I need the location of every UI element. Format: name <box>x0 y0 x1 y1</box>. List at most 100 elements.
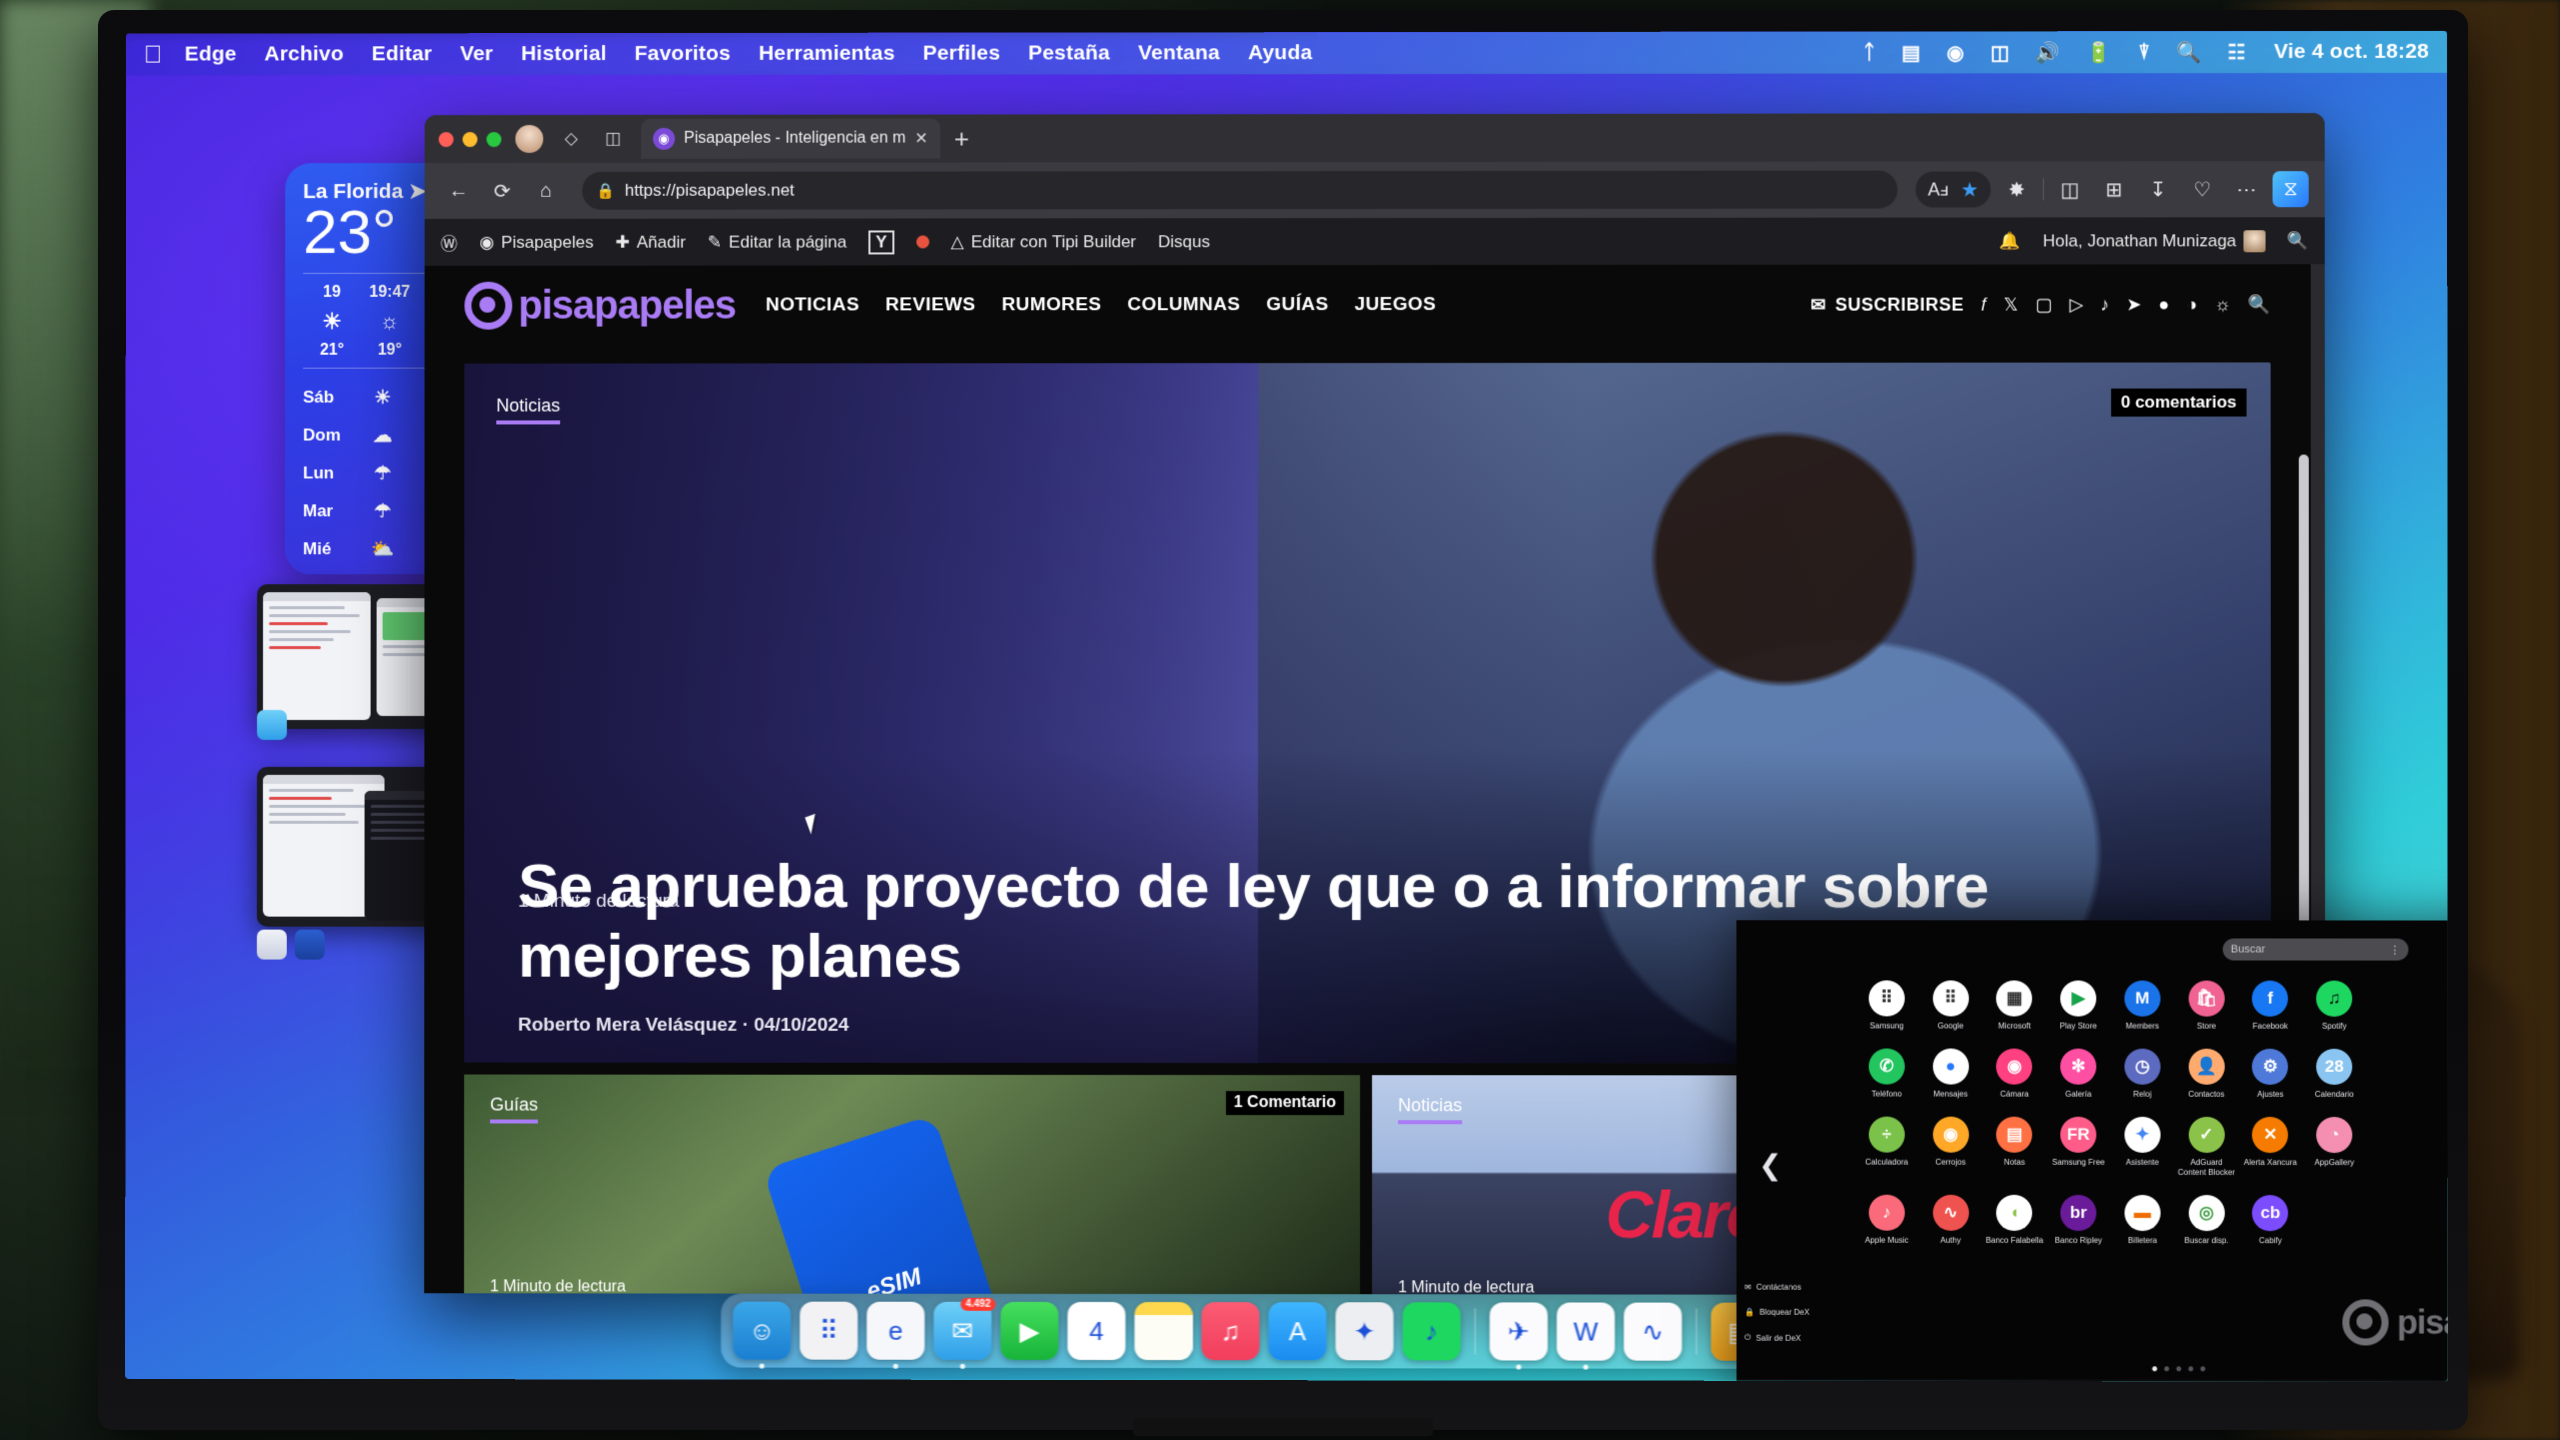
maximize-window-button[interactable] <box>486 131 502 147</box>
browser-tab-strip[interactable]: ◇ ◫ ◉ Pisapapeles - Inteligencia en m ✕ … <box>424 113 2325 164</box>
subscribe-button[interactable]: ✉ SUSCRIBIRSE <box>1811 294 1964 315</box>
site-logo[interactable]: pisapapeles <box>464 281 736 330</box>
vertical-tabs-icon[interactable]: ◫ <box>599 125 627 153</box>
volume-icon[interactable]: 🔊 <box>2036 40 2061 65</box>
close-tab-button[interactable]: ✕ <box>915 129 928 149</box>
dex-search-menu-icon[interactable]: ⋮ <box>2389 943 2400 956</box>
browser-tab-active[interactable]: ◉ Pisapapeles - Inteligencia en m ✕ <box>640 118 941 159</box>
disqus-button[interactable]: Disqus <box>1158 232 1210 252</box>
close-window-button[interactable] <box>438 131 454 147</box>
dex-app-samsung-free[interactable]: FR Samsung Free <box>2046 1117 2110 1177</box>
dock-item-music[interactable]: ♫ <box>1201 1302 1260 1361</box>
wp-site-name[interactable]: ◉ Pisapapeles <box>479 232 593 252</box>
spotlight-search-icon[interactable]: 🔍 <box>2176 40 2201 65</box>
menu-item-ventana[interactable]: Ventana <box>1138 41 1220 65</box>
dex-app-microsoft[interactable]: ▦ Microsoft <box>1982 980 2046 1031</box>
battery-widget-icon[interactable]: ◫ <box>1990 40 2009 65</box>
menu-item-pestana[interactable]: Pestaña <box>1028 41 1110 65</box>
macos-dock[interactable]: ☺⠿e✉4.492▶4♫A✦♪✈W∿▤🗑 <box>720 1293 1849 1370</box>
dex-app-galer-a[interactable]: ✻ Galería <box>2046 1048 2110 1099</box>
dock-item-facetime[interactable]: ▶ <box>1000 1301 1059 1360</box>
dex-app-authy[interactable]: ∿ Authy <box>1919 1194 1983 1245</box>
dex-app-asistente[interactable]: ✦ Asistente <box>2110 1117 2174 1177</box>
now-playing-icon[interactable]: ◉ <box>1947 40 1965 65</box>
browser-navigation-bar[interactable]: ← ⟳ ⌂ 🔒 https://pisapapeles.net Aⅎ ★ ✸ ◫… <box>424 161 2325 219</box>
dex-app-appgallery[interactable]: ◔ AppGallery <box>2302 1117 2366 1177</box>
menu-item-herramientas[interactable]: Herramientas <box>759 42 895 66</box>
dex-app-store[interactable]: 🛍 Store <box>2174 980 2238 1031</box>
dock-item-airdrop[interactable]: ✈ <box>1489 1302 1548 1370</box>
instagram-icon[interactable]: ▢ <box>2035 294 2052 315</box>
dex-sidebar-cont-ctanos[interactable]: ✉ Contáctanos <box>1745 1283 1810 1292</box>
dex-app-adguard-content-blocker[interactable]: ✓ AdGuard Content Blocker <box>2174 1117 2238 1177</box>
downloads-icon[interactable]: ↧ <box>2140 171 2176 207</box>
dock-item-spotify[interactable]: ♪ <box>1402 1302 1461 1361</box>
dex-sidebar-bloquear-dex[interactable]: 🔒 Bloquear DeX <box>1745 1308 1810 1317</box>
dex-app-mensajes[interactable]: ● Mensajes <box>1919 1048 1983 1099</box>
photoshop-app-icon[interactable] <box>256 929 287 960</box>
dex-app-c-mara[interactable]: ◉ Cámara <box>1983 1048 2047 1099</box>
site-header[interactable]: pisapapeles NOTICIAS REVIEWS RUMORES COL… <box>425 264 2311 345</box>
dex-page-dot[interactable] <box>2164 1366 2170 1372</box>
macos-desktop[interactable]:  Edge Archivo Editar Ver Historial Favo… <box>125 30 2448 1382</box>
hero-tag[interactable]: Noticias <box>496 395 561 425</box>
browser-essentials-icon[interactable]: ♡ <box>2184 171 2220 207</box>
dex-prev-page-button[interactable]: ❮ <box>1759 1148 1783 1181</box>
search-icon[interactable]: 🔍 <box>2287 231 2308 251</box>
nav-item-guias[interactable]: GUÍAS <box>1266 294 1328 316</box>
dex-app-reloj[interactable]: ◷ Reloj <box>2110 1048 2174 1099</box>
samsung-dex-window[interactable]: Buscar ⋮ ❮ ❯ ⠿Samsung⠿Google▦Microsoft▶P… <box>1736 920 2448 1382</box>
nav-item-noticias[interactable]: NOTICIAS <box>766 294 860 316</box>
dex-page-dot[interactable] <box>2152 1366 2158 1372</box>
copilot-icon[interactable]: ⧖ <box>2272 171 2309 208</box>
dock-item-microsoft-edge[interactable]: e <box>866 1301 925 1369</box>
dex-sidebar-menu[interactable]: ✉ Contáctanos 🔒 Bloquear DeX ⏻ Salir de DeX <box>1745 1283 1810 1343</box>
dex-search-input[interactable]: Buscar ⋮ <box>2222 938 2409 961</box>
bluetooth-icon[interactable]: ᛏ <box>1863 41 1875 64</box>
minimize-window-button[interactable] <box>462 131 478 147</box>
display-icon[interactable]: ▤ <box>1901 40 1920 65</box>
dex-app-play-store[interactable]: ▶ Play Store <box>2046 980 2110 1031</box>
article-card[interactable]: eSIM Guías 1 Comentario 1 Minuto de lect… <box>464 1074 1361 1296</box>
menu-item-edge[interactable]: Edge <box>185 43 237 67</box>
dex-app-billetera[interactable]: ▬ Billetera <box>2110 1194 2174 1245</box>
copilot-extension-icon[interactable]: ✸ <box>1999 171 2035 207</box>
dock-item-mail[interactable]: ✉ 4.492 <box>933 1297 996 1369</box>
menu-item-archivo[interactable]: Archivo <box>264 42 343 66</box>
wordpress-admin-bar[interactable]: Ⓦ ◉ Pisapapeles ✚ Añadir ✎ Editar la pág… <box>424 217 2325 266</box>
site-main-nav[interactable]: NOTICIAS REVIEWS RUMORES COLUMNAS GUÍAS … <box>766 294 1436 316</box>
home-button[interactable]: ⌂ <box>528 173 564 209</box>
collections-icon[interactable]: ⊞ <box>2096 171 2132 207</box>
notification-dot-icon[interactable] <box>915 235 929 249</box>
menu-item-ver[interactable]: Ver <box>460 42 493 66</box>
dock-item-safari[interactable]: ✦ <box>1335 1302 1394 1361</box>
bell-icon[interactable]: 🔔 <box>2000 231 2021 251</box>
dock-item-notes[interactable] <box>1134 1302 1193 1361</box>
wp-add-new-button[interactable]: ✚ Añadir <box>615 232 685 252</box>
dex-app-notas[interactable]: ▤ Notas <box>1983 1117 2047 1177</box>
dex-app-members[interactable]: M Members <box>2110 980 2174 1031</box>
telegram-icon[interactable]: ➤ <box>2126 294 2141 315</box>
dex-app-cerrojos[interactable]: ◉ Cerrojos <box>1919 1116 1983 1177</box>
dex-app-banco-falabella[interactable]: ◖ Banco Falabella <box>1983 1194 2047 1245</box>
theme-toggle-icon[interactable]: ☼ <box>2214 294 2231 315</box>
hero-author[interactable]: Roberto Mera Velásquez <box>518 1015 737 1036</box>
profile-avatar[interactable] <box>515 124 544 153</box>
site-social-bar[interactable]: ✉ SUSCRIBIRSE 𝑓 𝕏 ▢ ▷ ♪ ➤ ● ◑ ☼ 🔍 <box>1811 294 2271 315</box>
spotify-icon[interactable]: ● <box>2159 294 2170 315</box>
dock-item-app-store[interactable]: A <box>1268 1302 1327 1361</box>
word-app-icon[interactable] <box>294 929 325 960</box>
nav-item-columnas[interactable]: COLUMNAS <box>1127 294 1240 316</box>
mail-app-icon[interactable] <box>256 709 287 740</box>
dex-app-banco-ripley[interactable]: br Banco Ripley <box>2046 1194 2110 1245</box>
nav-item-reviews[interactable]: REVIEWS <box>885 294 975 316</box>
facebook-icon[interactable]: 𝑓 <box>1981 294 1987 315</box>
yoast-seo-icon[interactable]: Y <box>868 229 894 254</box>
rss-icon[interactable]: ◑ <box>2187 294 2198 315</box>
dock-item-finder[interactable]: ☺ <box>732 1301 791 1369</box>
apple-menu-icon[interactable]:  <box>144 40 163 69</box>
dex-app-ajustes[interactable]: ⚙ Ajustes <box>2238 1048 2302 1099</box>
dex-sidebar-salir-de-dex[interactable]: ⏻ Salir de DeX <box>1745 1333 1810 1343</box>
dex-app-google[interactable]: ⠿ Google <box>1919 980 1983 1030</box>
menu-item-favoritos[interactable]: Favoritos <box>635 42 731 66</box>
